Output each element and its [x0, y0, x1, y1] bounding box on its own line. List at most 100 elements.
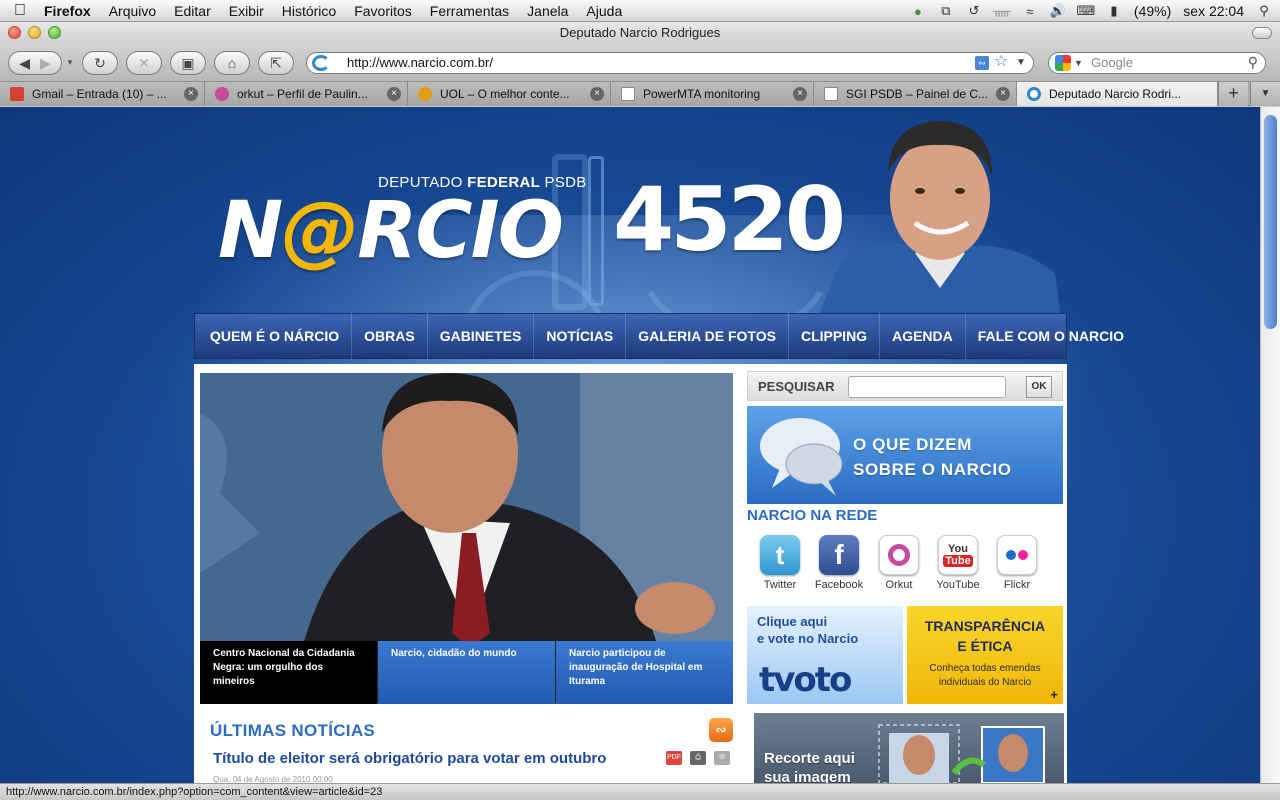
- o-que-dizem-banner[interactable]: O QUE DIZEM SOBRE O NARCIO: [747, 406, 1063, 504]
- search-ok-button[interactable]: OK: [1026, 376, 1052, 398]
- bookmarks-icon: ▣: [181, 54, 195, 71]
- menu-ferramentas[interactable]: Ferramentas: [421, 0, 518, 22]
- close-tab-icon[interactable]: ×: [996, 87, 1010, 101]
- nav-clipping[interactable]: CLIPPING: [789, 313, 881, 359]
- screens-icon[interactable]: ⧉: [938, 3, 954, 19]
- back-arrow-icon[interactable]: ◀: [19, 55, 30, 72]
- list-all-tabs-button[interactable]: ▼: [1250, 82, 1280, 106]
- menu-arquivo[interactable]: Arquivo: [100, 0, 165, 22]
- battery-icon[interactable]: ▮: [1106, 3, 1122, 19]
- stop-button[interactable]: ✕: [126, 51, 162, 75]
- home-button[interactable]: ⌂: [214, 51, 250, 75]
- menu-historico[interactable]: Histórico: [273, 0, 345, 22]
- zoom-window-button[interactable]: [48, 26, 61, 39]
- menu-firefox[interactable]: Firefox: [40, 0, 100, 22]
- url-dropdown-icon[interactable]: ▼: [1016, 53, 1026, 73]
- logo-divider: [588, 156, 604, 306]
- featured-caption-1[interactable]: Centro Nacional da Cidadania Negra: um o…: [200, 641, 377, 704]
- vertical-scrollbar[interactable]: [1260, 107, 1280, 783]
- toolbar-toggle-button[interactable]: [1252, 27, 1272, 39]
- tab-label: Gmail – Entrada (10) – ...: [32, 87, 167, 101]
- scrollbar-thumb[interactable]: [1264, 115, 1277, 329]
- nav-fale-com-o-narcio[interactable]: FALE COM O NARCIO: [966, 313, 1136, 359]
- nav-obras[interactable]: OBRAS: [352, 313, 428, 359]
- user-status-icon[interactable]: ●: [910, 3, 926, 19]
- tab-uol[interactable]: UOL – O melhor conte... ×: [408, 82, 611, 106]
- tab-powermta[interactable]: PowerMTA monitoring ×: [611, 82, 814, 106]
- rss-icon[interactable]: ∾: [709, 718, 733, 742]
- article-tools: PDF ⎙ ✉: [666, 751, 730, 765]
- featured-caption-3[interactable]: Narcio participou de inauguração de Hosp…: [556, 641, 733, 704]
- article-title-link[interactable]: Título de eleitor será obrigatório para …: [213, 750, 606, 767]
- tvoto-line-2: e vote no Narcio: [757, 631, 859, 646]
- transp-line-2: E ÉTICA: [957, 638, 1013, 654]
- social-youtube[interactable]: You Tube YouTube: [929, 535, 987, 591]
- keyboard-icon[interactable]: ⌨: [1077, 3, 1096, 19]
- close-tab-icon[interactable]: ×: [590, 87, 604, 101]
- banner-line-2: SOBRE O NARCIO: [853, 460, 1012, 479]
- apple-menu-icon[interactable]: : [0, 2, 40, 20]
- menu-favoritos[interactable]: Favoritos: [345, 0, 421, 22]
- bluetooth-icon[interactable]: ᚅ: [993, 3, 1011, 19]
- forward-arrow-icon[interactable]: ▶: [40, 55, 51, 72]
- new-tab-button[interactable]: +: [1218, 82, 1248, 106]
- close-tab-icon[interactable]: ×: [793, 87, 807, 101]
- site-favicon-icon: [1027, 87, 1041, 101]
- tab-orkut[interactable]: orkut – Perfil de Paulin... ×: [205, 82, 408, 106]
- close-tab-icon[interactable]: ×: [387, 87, 401, 101]
- nav-agenda[interactable]: AGENDA: [880, 313, 966, 359]
- transparencia-banner[interactable]: TRANSPARÊNCIA E ÉTICA Conheça todas emen…: [907, 606, 1063, 704]
- wifi-icon[interactable]: ≈: [1022, 3, 1038, 19]
- nav-gabinetes[interactable]: GABINETES: [428, 313, 535, 359]
- tab-deputado-narcio[interactable]: Deputado Narcio Rodri...: [1017, 82, 1218, 106]
- nav-quem-e-o-narcio[interactable]: QUEM É O NÁRCIO: [195, 313, 353, 359]
- address-url[interactable]: http://www.narcio.com.br/: [347, 53, 493, 73]
- email-icon[interactable]: ✉: [714, 751, 730, 765]
- fullscreen-button[interactable]: ⇱: [258, 51, 294, 75]
- engine-dropdown-icon[interactable]: ▼: [1074, 53, 1083, 73]
- social-label: Flickr: [1003, 579, 1031, 591]
- tab-gmail[interactable]: Gmail – Entrada (10) – ... ×: [0, 82, 205, 106]
- search-icon[interactable]: ⚲: [1248, 52, 1258, 72]
- search-placeholder[interactable]: Google: [1091, 53, 1133, 73]
- recorte-line-1: Recorte aqui: [764, 750, 855, 767]
- google-engine-icon[interactable]: [1055, 55, 1071, 71]
- menu-editar[interactable]: Editar: [165, 0, 220, 22]
- bookmark-star-icon[interactable]: ☆: [994, 52, 1008, 72]
- social-twitter[interactable]: t Twitter: [751, 535, 809, 591]
- social-facebook[interactable]: f Facebook: [810, 535, 868, 591]
- banner-line-1: O QUE DIZEM: [853, 435, 972, 454]
- bookmark-sidebar-button[interactable]: ▣: [170, 51, 206, 75]
- site-favicon-icon: [312, 55, 330, 71]
- search-bar[interactable]: ▼ Google ⚲: [1048, 52, 1266, 74]
- menu-clock[interactable]: sex 22:04: [1183, 3, 1244, 19]
- plus-icon: +: [1228, 83, 1239, 103]
- rss-feed-icon[interactable]: ∾: [975, 56, 989, 70]
- featured-caption-2[interactable]: Narcio, cidadão do mundo: [378, 641, 555, 704]
- menu-ajuda[interactable]: Ajuda: [577, 0, 631, 22]
- nav-noticias[interactable]: NOTÍCIAS: [534, 313, 627, 359]
- spotlight-icon[interactable]: ⚲: [1256, 3, 1272, 19]
- nav-galeria-de-fotos[interactable]: GALERIA DE FOTOS: [626, 313, 789, 359]
- recorte-banner[interactable]: Recorte aqui sua imagem: [754, 713, 1064, 783]
- address-bar[interactable]: http://www.narcio.com.br/ ∾ ☆ ▼: [306, 52, 1034, 74]
- gmail-icon: [10, 87, 24, 101]
- history-dropdown-icon[interactable]: ▼: [66, 58, 74, 67]
- close-tab-icon[interactable]: ×: [184, 87, 198, 101]
- volume-icon[interactable]: 🔊: [1050, 3, 1066, 19]
- site-search-input[interactable]: [848, 376, 1006, 398]
- menu-exibir[interactable]: Exibir: [220, 0, 273, 22]
- youtube-icon: You Tube: [938, 535, 978, 575]
- social-orkut[interactable]: Orkut: [870, 535, 928, 591]
- menu-janela[interactable]: Janela: [518, 0, 577, 22]
- tvoto-banner[interactable]: Clique aqui e vote no Narcio tvoto: [747, 606, 903, 704]
- minimize-window-button[interactable]: [28, 26, 41, 39]
- time-machine-icon[interactable]: ↺: [966, 3, 982, 19]
- pdf-icon[interactable]: PDF: [666, 751, 682, 765]
- reload-button[interactable]: ↻: [82, 51, 118, 75]
- tab-sgi-psdb[interactable]: SGI PSDB – Painel de C... ×: [814, 82, 1017, 106]
- print-icon[interactable]: ⎙: [690, 751, 706, 765]
- close-window-button[interactable]: [8, 26, 21, 39]
- site-logo[interactable]: N@RCIO: [218, 186, 564, 276]
- social-flickr[interactable]: Flickr: [988, 535, 1046, 591]
